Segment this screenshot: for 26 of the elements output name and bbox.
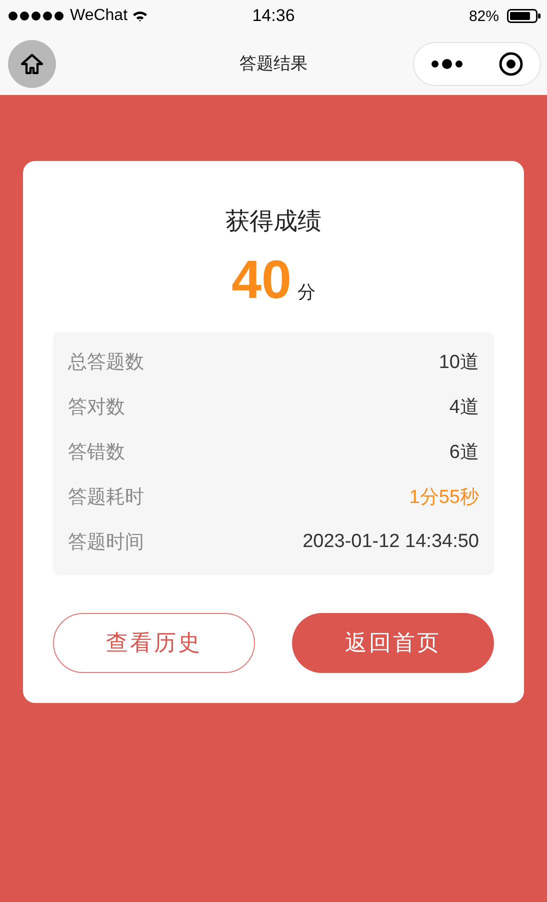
stat-value: 10道 <box>438 351 479 376</box>
close-icon[interactable] <box>498 50 524 76</box>
stat-value: 2023-01-12 14:34:50 <box>302 531 479 554</box>
stat-label: 总答题数 <box>68 350 144 376</box>
carrier-name: WeChat <box>70 7 128 25</box>
battery-percent: 82% <box>468 8 499 24</box>
stat-value: 1分55秒 <box>409 486 479 510</box>
score-value: 40 <box>231 251 292 310</box>
wifi-icon <box>132 10 148 22</box>
history-button[interactable]: 查看历史 <box>53 613 255 674</box>
battery-icon <box>507 9 541 23</box>
home-button[interactable] <box>8 40 56 88</box>
score-unit: 分 <box>298 281 316 304</box>
stat-value: 6道 <box>449 441 479 466</box>
more-icon[interactable] <box>430 58 464 70</box>
stat-label: 答题时间 <box>68 530 144 556</box>
home-return-button[interactable]: 返回首页 <box>292 613 494 674</box>
stat-label: 答题耗时 <box>68 485 144 510</box>
page-title: 答题结果 <box>240 53 308 75</box>
result-title: 获得成绩 <box>226 206 322 237</box>
clock-time: 14:36 <box>252 6 295 26</box>
signal-icon <box>8 11 66 21</box>
stat-label: 答错数 <box>68 440 125 466</box>
home-icon <box>20 52 44 76</box>
stat-label: 答对数 <box>68 395 125 420</box>
stat-value: 4道 <box>449 396 479 420</box>
